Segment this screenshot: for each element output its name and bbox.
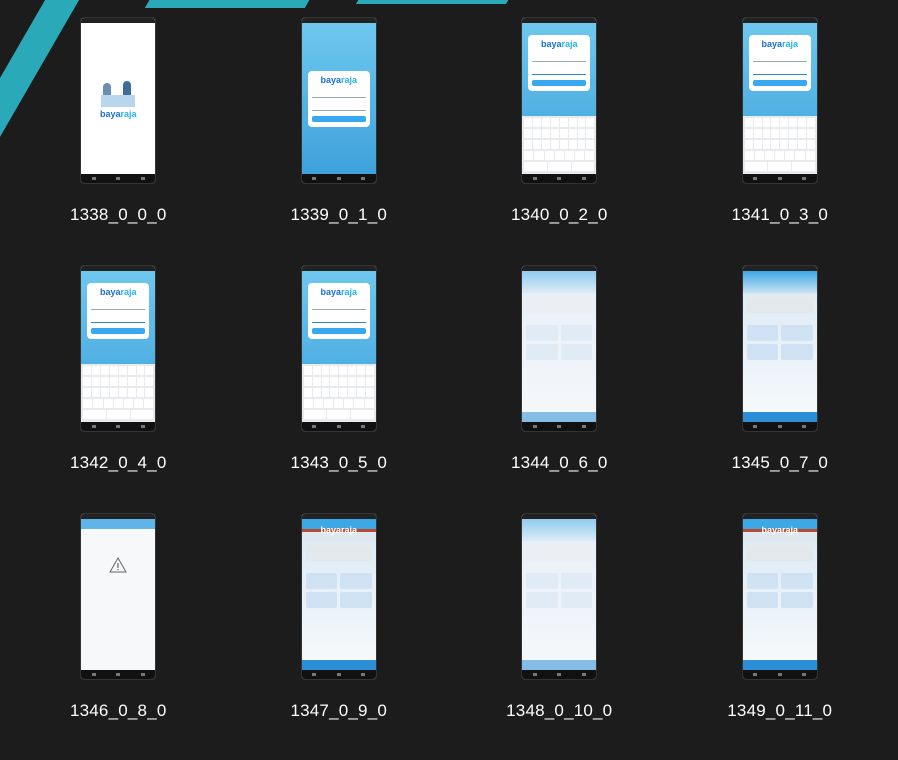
file-tile[interactable]: bayaraja 1338_0_0_0 — [8, 8, 229, 256]
file-name: 1343_0_5_0 — [290, 453, 388, 472]
thumbnail-image: bayaraja — [301, 266, 376, 431]
background-stripe — [144, 0, 316, 8]
app-logo: bayaraja — [320, 74, 358, 85]
thumbnail-image — [522, 266, 597, 431]
app-logo: bayaraja — [99, 287, 137, 297]
file-name: 1344_0_6_0 — [510, 453, 608, 472]
thumbnail-image: bayaraja — [301, 18, 376, 183]
warning-icon — [109, 557, 128, 573]
thumbnail-image — [81, 514, 156, 679]
file-name: 1341_0_3_0 — [731, 205, 829, 224]
file-tile[interactable]: 1345_0_7_0 — [670, 256, 891, 504]
thumbnail-grid: bayaraja 1338_0_0_0 bayaraja 1339_0_1_0 — [8, 8, 890, 752]
file-name: 1339_0_1_0 — [290, 205, 388, 224]
file-tile[interactable]: 1346_0_8_0 — [8, 504, 229, 752]
file-name: 1347_0_9_0 — [290, 701, 388, 720]
background-stripe — [355, 0, 515, 4]
thumbnail-image: bayaraja — [742, 514, 817, 679]
file-tile[interactable]: bayaraja 1341_0_3_0 — [670, 8, 891, 256]
file-tile[interactable]: 1344_0_6_0 — [449, 256, 670, 504]
file-tile[interactable]: bayaraja 1339_0_1_0 — [229, 8, 450, 256]
app-logo: bayaraja — [540, 39, 578, 49]
app-logo: bayaraja — [99, 108, 137, 119]
file-name: 1342_0_4_0 — [69, 453, 167, 472]
thumbnail-image: bayaraja — [522, 18, 597, 183]
app-logo: bayaraja — [320, 287, 358, 297]
thumbnail-image: bayaraja — [742, 18, 817, 183]
thumbnail-image — [742, 266, 817, 431]
file-tile[interactable]: 1348_0_10_0 — [449, 504, 670, 752]
thumbnail-image — [522, 514, 597, 679]
file-name: 1338_0_0_0 — [69, 205, 167, 224]
app-logo: bayaraja — [761, 39, 799, 49]
thumbnail-image: bayaraja — [81, 18, 156, 183]
file-name: 1346_0_8_0 — [69, 701, 167, 720]
file-name: 1348_0_10_0 — [506, 701, 613, 720]
file-tile[interactable]: bayaraja 1343_0_5_0 — [229, 256, 450, 504]
file-tile[interactable]: bayaraja 1349_0_11_0 — [670, 504, 891, 752]
thumbnail-image: bayaraja — [301, 514, 376, 679]
app-logo: bayaraja — [761, 525, 799, 535]
file-name: 1345_0_7_0 — [731, 453, 829, 472]
file-tile[interactable]: bayaraja 1347_0_9_0 — [229, 504, 450, 752]
app-logo: bayaraja — [320, 525, 358, 535]
file-tile[interactable]: bayaraja 1342_0_4_0 — [8, 256, 229, 504]
file-tile[interactable]: bayaraja 1340_0_2_0 — [449, 8, 670, 256]
file-name: 1349_0_11_0 — [727, 701, 833, 720]
file-name: 1340_0_2_0 — [510, 205, 608, 224]
thumbnail-image: bayaraja — [81, 266, 156, 431]
